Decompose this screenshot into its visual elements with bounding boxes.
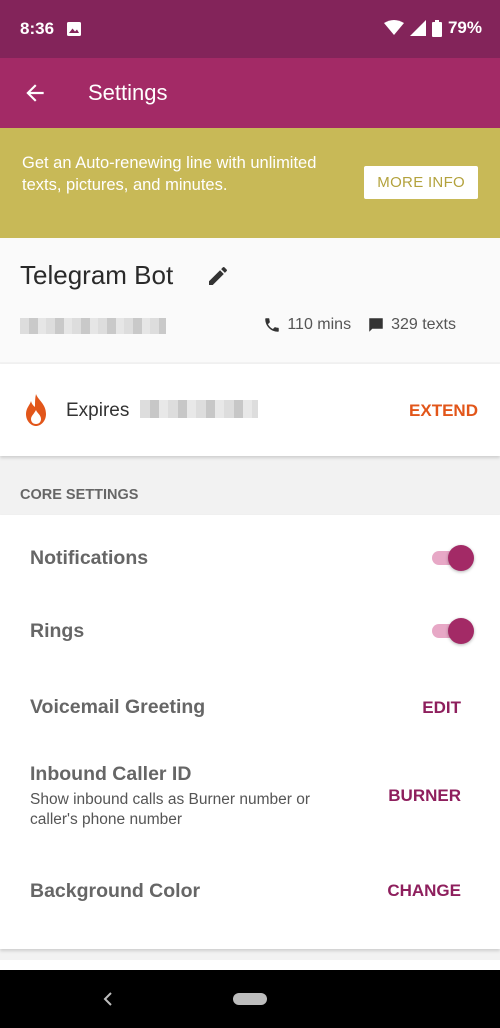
promo-text: Get an Auto-renewing line with unlimited… bbox=[22, 154, 317, 194]
status-time: 8:36 bbox=[20, 19, 55, 38]
system-icons: 79% bbox=[383, 18, 482, 38]
caller-id-button[interactable]: BURNER bbox=[388, 786, 461, 806]
notifications-label: Notifications bbox=[30, 547, 149, 569]
background-color-label: Background Color bbox=[30, 880, 201, 902]
expiry-card: Expires EXTEND bbox=[0, 364, 500, 456]
page-title: Settings bbox=[88, 80, 168, 105]
phone-number-redacted bbox=[20, 318, 166, 334]
home-pill[interactable] bbox=[233, 993, 267, 1005]
image-icon bbox=[67, 22, 81, 36]
rings-label: Rings bbox=[30, 620, 85, 642]
core-settings-card: Notifications Rings Voicemail Greeting E… bbox=[0, 515, 500, 949]
more-info-button[interactable]: MORE INFO bbox=[364, 166, 478, 199]
voicemail-label: Voicemail Greeting bbox=[30, 696, 206, 718]
phone-icon bbox=[265, 318, 280, 332]
section-header: CORE SETTINGS bbox=[20, 487, 139, 503]
caller-id-label: Inbound Caller ID bbox=[30, 763, 192, 785]
expiry-date-redacted bbox=[140, 400, 258, 418]
minutes-count: 110 mins bbox=[287, 316, 352, 333]
navigation-bar bbox=[0, 970, 500, 1028]
extend-button[interactable]: EXTEND bbox=[409, 401, 478, 421]
line-name: Telegram Bot bbox=[20, 260, 174, 290]
battery-percent: 79% bbox=[447, 18, 482, 37]
toggle-thumb bbox=[448, 618, 474, 644]
line-card: Telegram Bot 110 mins 329 texts bbox=[0, 238, 500, 362]
toggle-thumb bbox=[448, 545, 474, 571]
signal-icon bbox=[409, 20, 426, 36]
texts-count: 329 texts bbox=[391, 316, 456, 333]
next-card-edge bbox=[0, 960, 500, 970]
promo-banner: Get an Auto-renewing line with unlimited… bbox=[0, 128, 500, 238]
caller-id-description: Show inbound calls as Burner number or c… bbox=[30, 791, 311, 828]
nav-back-icon[interactable] bbox=[102, 992, 114, 1006]
pencil-icon[interactable] bbox=[206, 264, 230, 288]
change-background-button[interactable]: CHANGE bbox=[387, 881, 461, 901]
status-bar: 8:36 79% bbox=[0, 0, 500, 58]
edit-voicemail-button[interactable]: EDIT bbox=[422, 698, 461, 718]
app-bar: Settings bbox=[0, 58, 500, 128]
flame-icon bbox=[26, 394, 46, 426]
wifi-icon bbox=[383, 20, 404, 35]
usage-stats: 110 mins 329 texts bbox=[263, 316, 456, 334]
battery-icon bbox=[431, 19, 442, 37]
arrow-left-icon[interactable] bbox=[22, 80, 48, 106]
expires-label: Expires bbox=[66, 400, 130, 421]
message-icon bbox=[369, 318, 383, 332]
notifications-toggle[interactable] bbox=[432, 545, 474, 571]
rings-toggle[interactable] bbox=[432, 618, 474, 644]
